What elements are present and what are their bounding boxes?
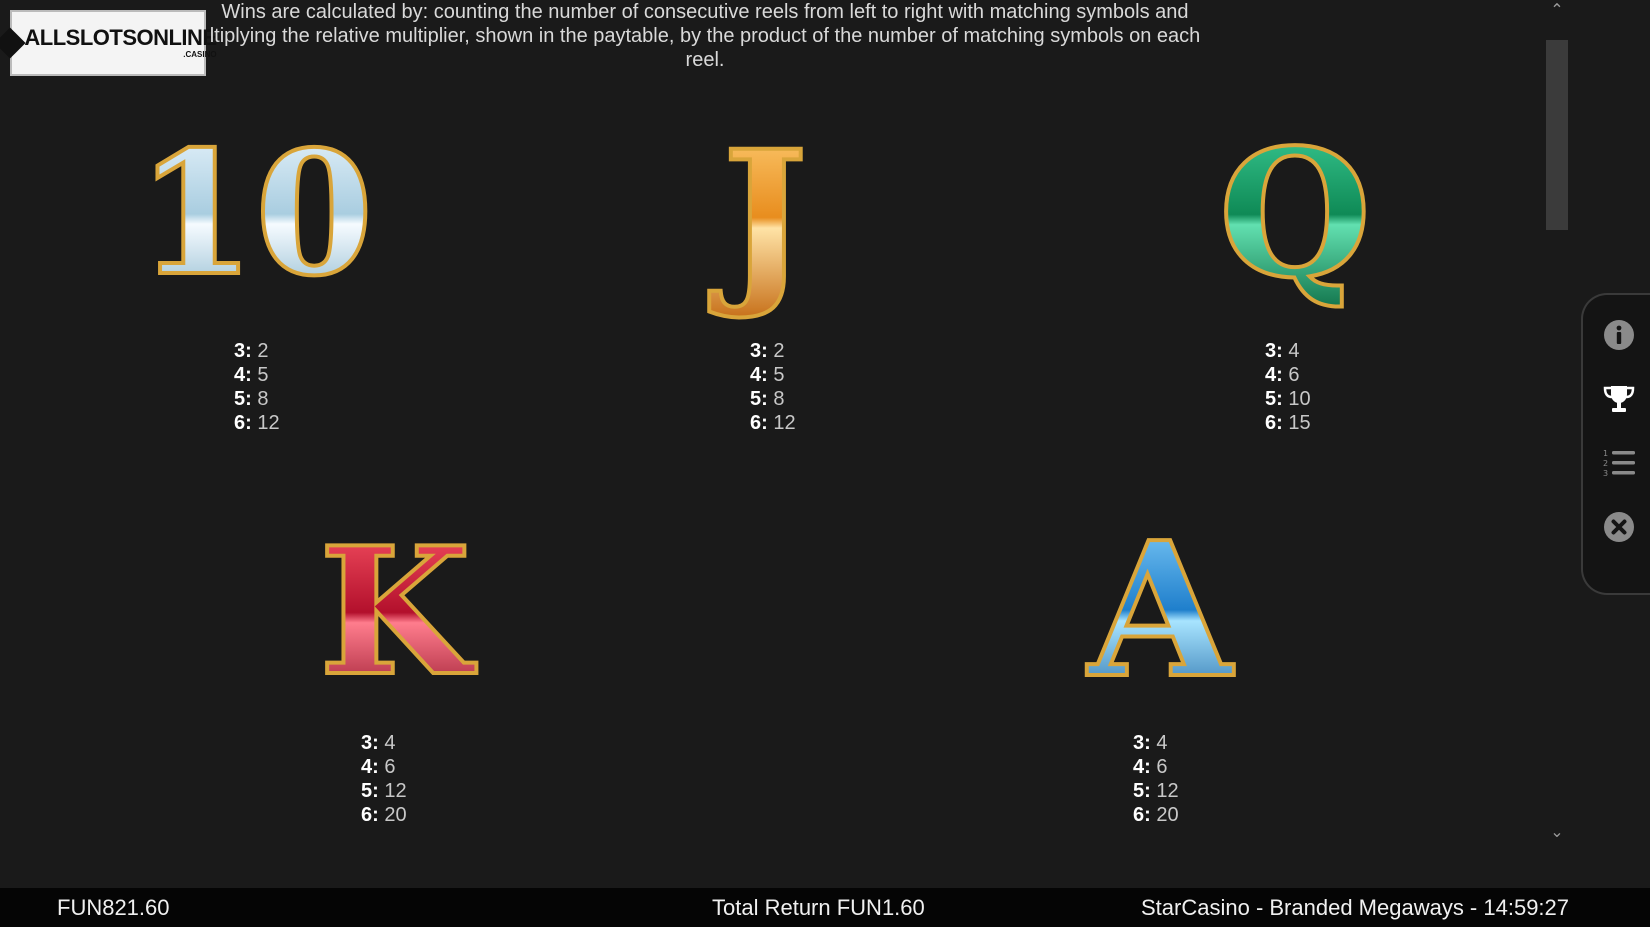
symbol-a: A xyxy=(1060,499,1260,721)
logo-diamond-icon xyxy=(0,27,26,59)
svg-text:A: A xyxy=(1086,501,1234,719)
pay-row: 6: 20 xyxy=(1133,804,1179,826)
scrollbar-thumb[interactable] xyxy=(1546,40,1568,230)
pay-row: 3: 4 xyxy=(1133,732,1168,754)
status-bar: FUN821.60 Total Return FUN1.60 StarCasin… xyxy=(0,888,1650,927)
pay-row: 3: 4 xyxy=(1265,340,1300,362)
svg-text:1: 1 xyxy=(1603,449,1608,458)
pay-row: 5: 12 xyxy=(361,780,407,802)
symbol-q: Q xyxy=(1195,110,1395,319)
pay-row: 5: 10 xyxy=(1265,388,1311,410)
paytable-k: 3: 4 4: 6 5: 12 6: 20 xyxy=(361,731,451,827)
pay-row: 4: 5 xyxy=(750,364,785,386)
close-button[interactable] xyxy=(1601,509,1637,545)
symbol-j: J xyxy=(700,110,830,325)
scroll-down-arrow-icon[interactable]: ⌄ xyxy=(1547,822,1567,841)
k-symbol-icon: K xyxy=(317,508,479,717)
paytable-intro-text: Wins are calculated by: counting the num… xyxy=(205,0,1205,78)
pay-row: 5: 8 xyxy=(750,388,785,410)
pay-row: 4: 6 xyxy=(1265,364,1300,386)
info-button[interactable] xyxy=(1601,317,1637,353)
svg-text:K: K xyxy=(319,510,477,715)
paytable-button[interactable] xyxy=(1601,381,1637,417)
pay-row: 4: 6 xyxy=(361,756,396,778)
q-symbol-icon: Q xyxy=(1217,110,1373,319)
intro-line-1: Wins are calculated by: counting the num… xyxy=(221,1,1189,23)
paytable-a: 3: 4 4: 6 5: 12 6: 20 xyxy=(1133,731,1223,827)
allslotsonline-logo: ALLSLOTSONLINE .CASINO xyxy=(0,10,217,76)
trophy-icon xyxy=(1603,386,1635,412)
balance-display: FUN821.60 xyxy=(57,895,170,920)
svg-text:J: J xyxy=(708,112,807,323)
pay-row: 4: 5 xyxy=(234,364,269,386)
paytable-j: 3: 2 4: 5 5: 8 6: 12 xyxy=(750,339,840,435)
pay-row: 6: 15 xyxy=(1265,412,1311,434)
pay-row: 4: 6 xyxy=(1133,756,1168,778)
pay-row: 3: 2 xyxy=(750,340,785,362)
close-icon xyxy=(1604,512,1634,542)
total-return-display: Total Return FUN1.60 xyxy=(712,895,925,920)
symbol-10: 10 xyxy=(135,112,376,316)
svg-text:2: 2 xyxy=(1603,459,1608,468)
pay-row: 3: 4 xyxy=(361,732,396,754)
scroll-up-arrow-icon[interactable]: ⌃ xyxy=(1547,0,1567,19)
info-icon xyxy=(1604,320,1634,350)
paytable-10: 3: 2 4: 5 5: 8 6: 12 xyxy=(234,339,324,435)
pay-row: 3: 2 xyxy=(234,340,269,362)
svg-text:3: 3 xyxy=(1603,469,1608,478)
ten-symbol-icon: 10 xyxy=(135,112,376,316)
pay-row: 6: 12 xyxy=(234,412,280,434)
svg-text:10: 10 xyxy=(137,114,374,314)
logo-wordmark: ALLSLOTSONLINE .CASINO xyxy=(24,25,217,59)
j-symbol-icon: J xyxy=(706,110,809,325)
intro-line-2: ltiplying the relative multiplier, shown… xyxy=(209,25,1201,47)
intro-line-3: reel. xyxy=(685,49,725,71)
pay-row: 6: 12 xyxy=(750,412,796,434)
side-menu: 1 2 3 xyxy=(1581,293,1650,595)
pay-row: 5: 12 xyxy=(1133,780,1179,802)
pay-row: 5: 8 xyxy=(234,388,269,410)
numbered-list-icon: 1 2 3 xyxy=(1603,449,1635,478)
svg-text:Q: Q xyxy=(1219,112,1371,317)
pay-row: 6: 20 xyxy=(361,804,407,826)
a-symbol-icon: A xyxy=(1084,499,1236,721)
paytable-q: 3: 4 4: 6 5: 10 6: 15 xyxy=(1265,339,1355,435)
rules-button[interactable]: 1 2 3 xyxy=(1601,445,1637,481)
symbol-k: K xyxy=(300,508,490,717)
game-title-clock: StarCasino - Branded Megaways - 14:59:27 xyxy=(1141,895,1570,920)
